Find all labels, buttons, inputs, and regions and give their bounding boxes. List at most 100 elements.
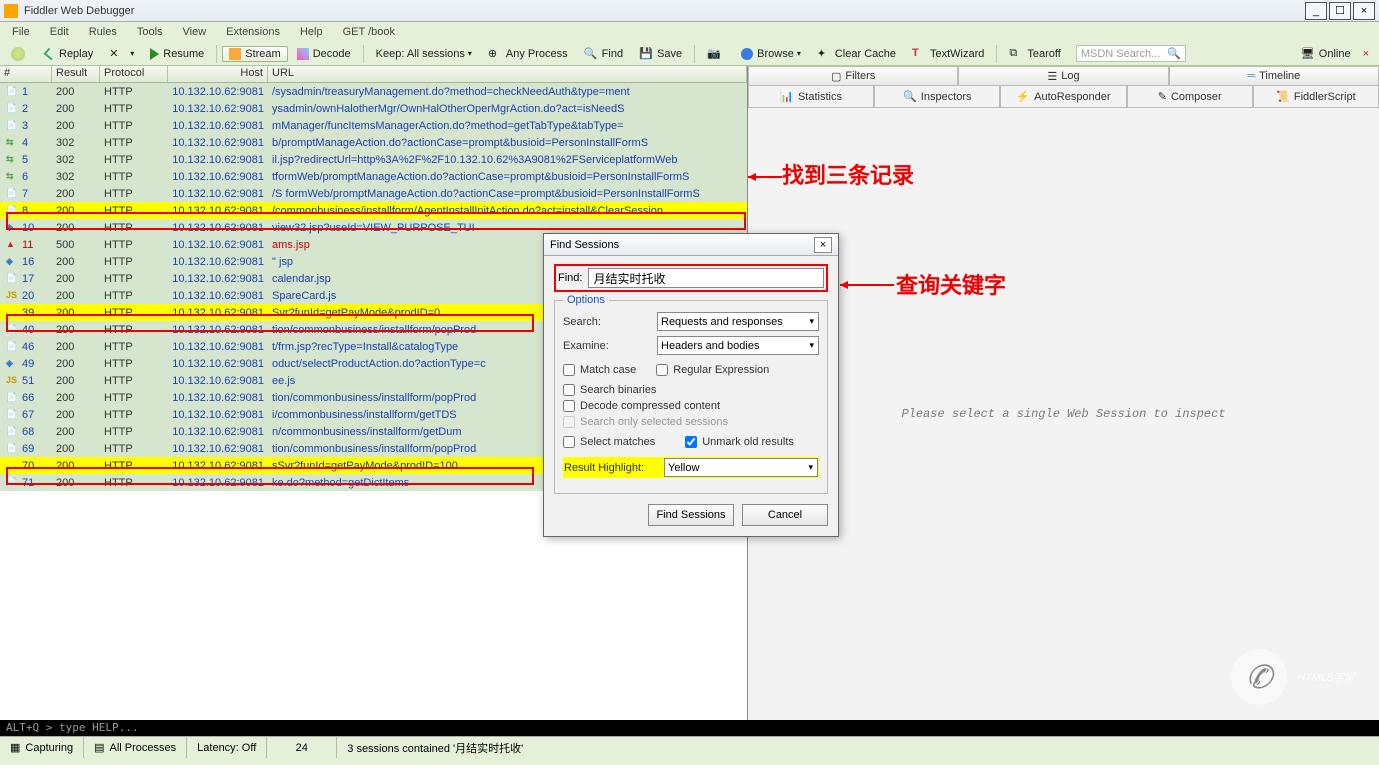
app-icon xyxy=(4,4,18,18)
tearoff-icon: ⧉ xyxy=(1009,47,1023,61)
matchcase-checkbox[interactable]: Match case xyxy=(563,364,636,376)
menu-file[interactable]: File xyxy=(4,25,38,39)
stats-icon: 📊 xyxy=(780,90,794,103)
textwizard-button[interactable]: TTextWizard xyxy=(905,45,991,63)
status-capturing[interactable]: ▦Capturing xyxy=(0,737,84,758)
session-type-icon: 📄 xyxy=(6,103,20,115)
session-row[interactable]: 📄7200HTTP10.132.10.62:9081/S formWeb/pro… xyxy=(0,185,747,202)
session-row[interactable]: ⇆6302HTTP10.132.10.62:9081tformWeb/promp… xyxy=(0,168,747,185)
session-row[interactable]: 📄3200HTTP10.132.10.62:9081mManager/funcI… xyxy=(0,117,747,134)
resulthl-label: Result Highlight: xyxy=(564,462,656,474)
clearcache-button[interactable]: ✦Clear Cache xyxy=(810,45,903,63)
col-protocol[interactable]: Protocol xyxy=(100,66,168,82)
tab-fiddlerscript[interactable]: 📜FiddlerScript xyxy=(1253,86,1379,108)
browse-button[interactable]: Browse▾ xyxy=(734,46,808,62)
dialog-titlebar[interactable]: Find Sessions × xyxy=(544,234,838,256)
tab-inspectors[interactable]: 🔍Inspectors xyxy=(874,86,1000,108)
session-type-icon: 📄 xyxy=(6,409,20,421)
session-type-icon: 📄 xyxy=(6,392,20,404)
status-latency[interactable]: Latency: Off xyxy=(187,737,267,758)
cancel-button[interactable]: Cancel xyxy=(742,504,828,526)
unmark-checkbox[interactable]: Unmark old results xyxy=(685,436,794,448)
selectmatches-checkbox[interactable]: Select matches xyxy=(563,436,655,448)
anyprocess-button[interactable]: ⊕Any Process xyxy=(481,45,575,63)
status-processes[interactable]: ▤All Processes xyxy=(84,737,187,758)
annotation-found: 找到三条记录 xyxy=(782,158,914,190)
decode-checkbox[interactable]: Decode compressed content xyxy=(563,400,819,412)
session-row[interactable]: 📄8200HTTP10.132.10.62:9081/commonbusines… xyxy=(0,202,747,219)
find-sessions-button[interactable]: Find Sessions xyxy=(648,504,734,526)
inspect-placeholder: Please select a single Web Session to in… xyxy=(748,108,1379,720)
session-row[interactable]: 📄1200HTTP10.132.10.62:9081/sysadmin/trea… xyxy=(0,83,747,100)
col-url[interactable]: URL xyxy=(268,66,747,82)
toolbar: Replay ✕▾ Resume Stream Decode Keep: All… xyxy=(0,42,1379,66)
col-result[interactable]: Result xyxy=(52,66,100,82)
tab-composer[interactable]: ✎Composer xyxy=(1127,86,1253,108)
session-type-icon: 📄 xyxy=(6,120,20,132)
dialog-close-button[interactable]: × xyxy=(814,237,832,253)
tab-statistics[interactable]: 📊Statistics xyxy=(748,86,874,108)
menu-help[interactable]: Help xyxy=(292,25,331,39)
find-input[interactable] xyxy=(588,268,824,288)
menu-getbook[interactable]: GET /book xyxy=(335,25,403,39)
app-title: Fiddler Web Debugger xyxy=(24,5,134,17)
tab-log[interactable]: ☰Log xyxy=(958,66,1168,86)
col-number[interactable]: # xyxy=(0,66,52,82)
remove-button[interactable]: ✕▾ xyxy=(102,45,141,63)
remove-icon: ✕ xyxy=(109,47,123,61)
replay-button[interactable]: Replay xyxy=(38,46,100,62)
searchbin-checkbox[interactable]: Search binaries xyxy=(563,384,819,396)
menu-extensions[interactable]: Extensions xyxy=(218,25,288,39)
stream-icon xyxy=(229,48,241,60)
session-type-icon: 📄 xyxy=(6,324,20,336)
clearcache-icon: ✦ xyxy=(817,47,831,61)
arrow-found xyxy=(748,170,784,184)
search-select[interactable]: Requests and responses xyxy=(657,312,819,331)
stream-button[interactable]: Stream xyxy=(222,46,287,62)
menu-view[interactable]: View xyxy=(175,25,215,39)
close-button[interactable]: × xyxy=(1353,2,1375,20)
save-icon: 💾 xyxy=(639,47,653,61)
decode-button[interactable]: Decode xyxy=(290,46,358,62)
keep-button[interactable]: Keep: All sessions▾ xyxy=(369,46,479,62)
quickexec-bar[interactable]: ALT+Q > type HELP... xyxy=(0,720,1379,736)
session-type-icon: ⇆ xyxy=(6,154,20,166)
session-type-icon: JS xyxy=(6,375,20,387)
composer-icon: ✎ xyxy=(1158,90,1167,103)
timeline-icon: ═ xyxy=(1247,70,1255,82)
minimize-button[interactable]: _ xyxy=(1305,2,1327,20)
tab-timeline[interactable]: ═Timeline xyxy=(1169,66,1379,86)
menu-rules[interactable]: Rules xyxy=(81,25,125,39)
tab-autoresponder[interactable]: ⚡AutoResponder xyxy=(1000,86,1126,108)
session-row[interactable]: ⇆4302HTTP10.132.10.62:9081b/promptManage… xyxy=(0,134,747,151)
col-host[interactable]: Host xyxy=(168,66,268,82)
dialog-title: Find Sessions xyxy=(550,239,619,251)
menu-edit[interactable]: Edit xyxy=(42,25,77,39)
monitor-icon: 🖥 xyxy=(1301,47,1315,60)
examine-select[interactable]: Headers and bodies xyxy=(657,336,819,355)
filters-icon: ▢ xyxy=(831,70,841,83)
menu-tools[interactable]: Tools xyxy=(129,25,171,39)
screenshot-button[interactable]: 📷 xyxy=(700,45,732,63)
session-type-icon: 📄 xyxy=(6,341,20,353)
maximize-button[interactable]: ☐ xyxy=(1329,2,1351,20)
msdn-search-input[interactable]: MSDN Search...🔍 xyxy=(1076,45,1186,62)
resume-button[interactable]: Resume xyxy=(143,46,211,62)
toolbar-close-button[interactable]: × xyxy=(1363,48,1369,60)
tab-filters[interactable]: ▢Filters xyxy=(748,66,958,86)
resulthl-select[interactable]: Yellow xyxy=(664,458,818,477)
sessions-header: # Result Protocol Host URL xyxy=(0,66,747,83)
target-icon: ⊕ xyxy=(488,47,502,61)
save-button[interactable]: 💾Save xyxy=(632,45,689,63)
session-row[interactable]: 📄2200HTTP10.132.10.62:9081ysadmin/ownHal… xyxy=(0,100,747,117)
tearoff-button[interactable]: ⧉Tearoff xyxy=(1002,45,1067,63)
comment-button[interactable] xyxy=(4,45,36,63)
session-row[interactable]: ⇆5302HTTP10.132.10.62:9081il.jsp?redirec… xyxy=(0,151,747,168)
arrow-keyword xyxy=(840,278,896,292)
examine-label: Examine: xyxy=(563,340,649,352)
find-sessions-dialog: Find Sessions × Find: Options Search: Re… xyxy=(543,233,839,537)
regex-checkbox[interactable]: Regular Expression xyxy=(656,364,769,376)
fiddlerscript-icon: 📜 xyxy=(1276,90,1290,103)
find-button[interactable]: 🔍Find xyxy=(577,45,630,63)
search-label: Search: xyxy=(563,316,649,328)
